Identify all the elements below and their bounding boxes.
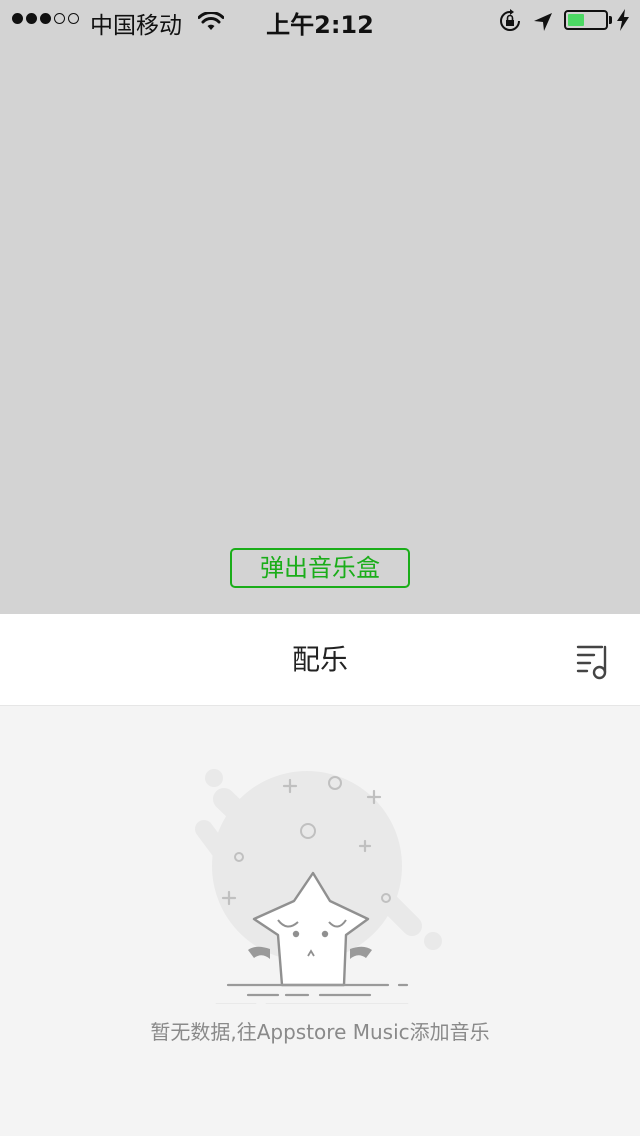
- battery-tip: [609, 16, 612, 24]
- battery-level: [568, 14, 584, 26]
- open-music-box-button[interactable]: 弹出音乐盒: [230, 548, 410, 588]
- sheet-title: 配乐: [291, 643, 348, 676]
- status-bar: 中国移动 上午2:12: [0, 0, 640, 40]
- sheet-header: 配乐: [0, 614, 640, 706]
- rotation-lock-icon: [498, 9, 522, 39]
- empty-state-message: 暂无数据,往Appstore Music添加音乐: [150, 1020, 490, 1044]
- battery-icon: [564, 10, 608, 30]
- music-sheet: 配乐 暂无数据,往Appstore Music添加音乐: [0, 614, 640, 1136]
- sad-star-icon: [190, 754, 460, 1007]
- location-arrow-icon: [533, 10, 553, 38]
- music-playlist-icon[interactable]: [575, 642, 611, 680]
- charging-bolt-icon: [616, 9, 630, 37]
